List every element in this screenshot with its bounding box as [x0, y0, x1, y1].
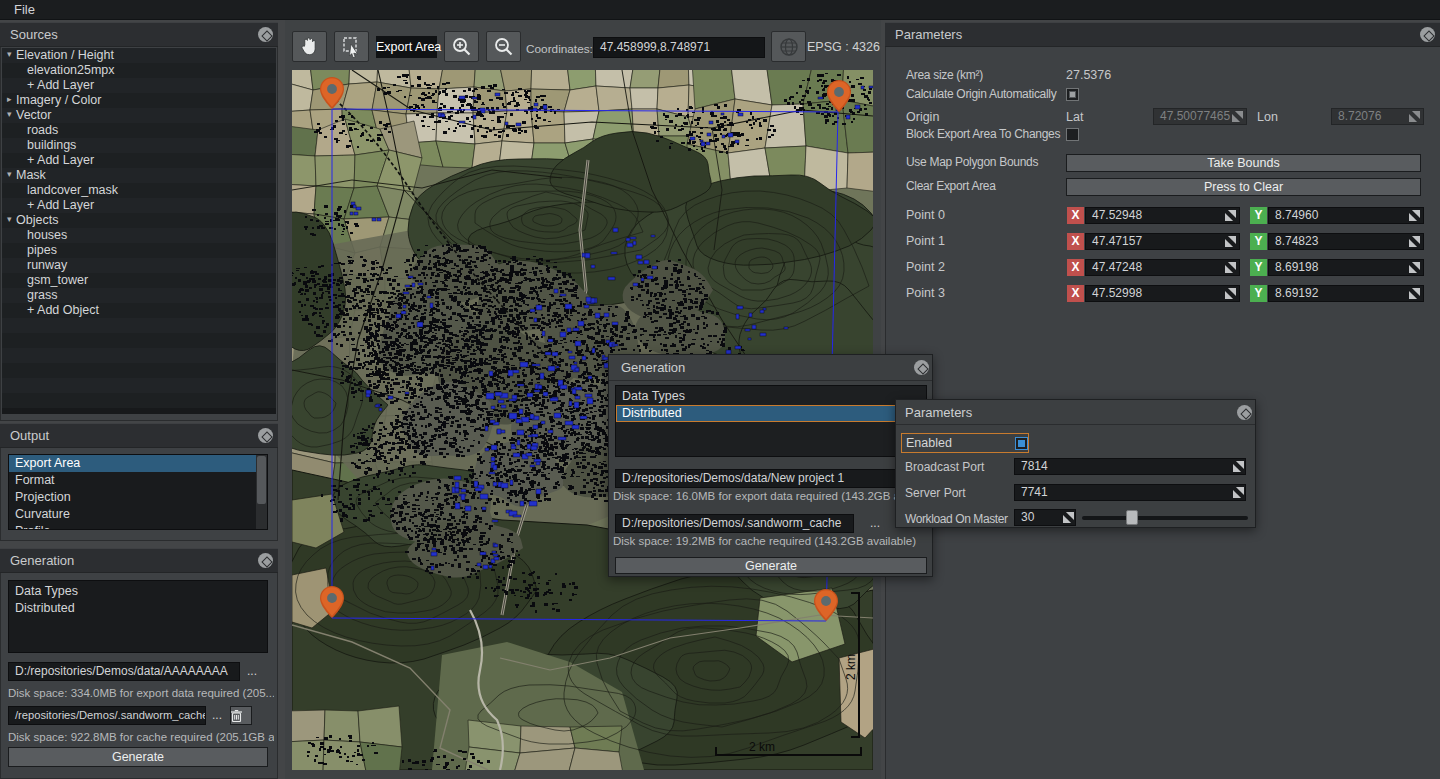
svg-text:2 km: 2 km	[749, 740, 775, 754]
svg-text:2 km: 2 km	[844, 654, 858, 680]
